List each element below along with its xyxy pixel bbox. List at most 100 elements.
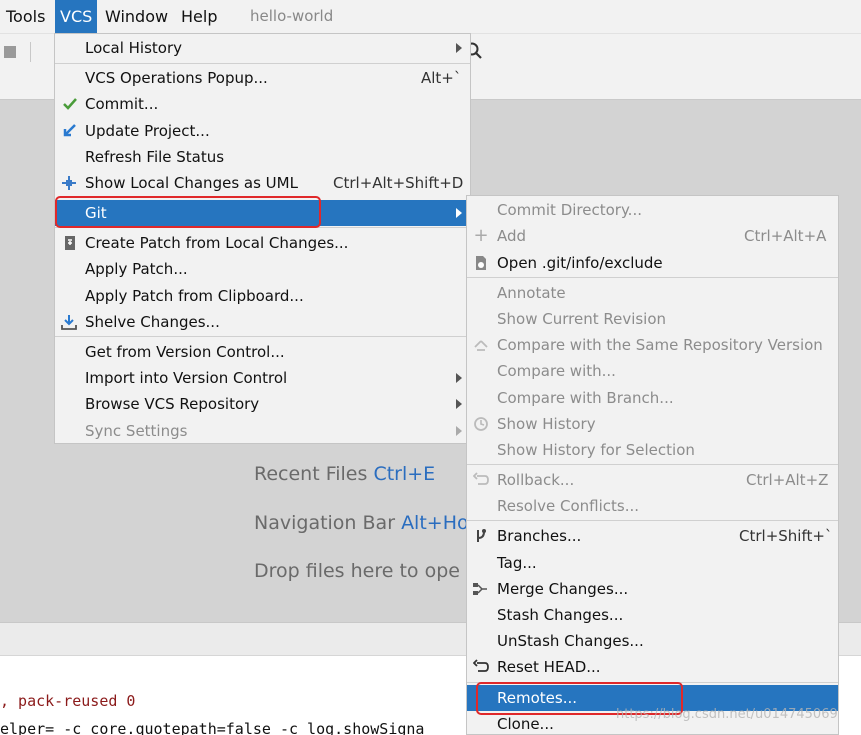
menu-item-label: Compare with...	[497, 362, 616, 380]
menu-item-resolve-conflicts[interactable]: Resolve Conflicts...	[467, 493, 838, 519]
menu-item-label: Merge Changes...	[497, 580, 629, 598]
menu-item-commit[interactable]: Commit...	[55, 91, 470, 117]
menu-item-rollback[interactable]: Rollback... Ctrl+Alt+Z	[467, 467, 838, 493]
menu-item-merge-changes[interactable]: Merge Changes...	[467, 576, 838, 602]
menu-separator	[467, 464, 838, 465]
menu-item-label: Apply Patch...	[85, 260, 188, 278]
menu-item-label: Get from Version Control...	[85, 343, 285, 361]
menu-item-unstash-changes[interactable]: UnStash Changes...	[467, 628, 838, 654]
menu-item-reset-head[interactable]: Reset HEAD...	[467, 654, 838, 680]
menu-item-branches[interactable]: Branches... Ctrl+Shift+`	[467, 523, 838, 549]
menu-item-compare-with-branch[interactable]: Compare with Branch...	[467, 385, 838, 411]
menu-item-local-history[interactable]: Local History	[55, 35, 470, 61]
menu-item-get-from-vc[interactable]: Get from Version Control...	[55, 339, 470, 365]
menu-item-apply-patch[interactable]: Apply Patch...	[55, 256, 470, 282]
vcs-menu: Local History VCS Operations Popup... Al…	[54, 33, 471, 444]
hint-navigation-bar: Navigation Bar Alt+Ho	[254, 512, 469, 534]
menu-item-show-current-revision[interactable]: Show Current Revision	[467, 306, 838, 332]
menu-item-label: Shelve Changes...	[85, 313, 220, 331]
file-icon	[476, 256, 486, 270]
menu-item-shortcut: Ctrl+Alt+Shift+D	[333, 174, 464, 192]
submenu-arrow-icon	[456, 426, 462, 436]
menu-vcs[interactable]: VCS	[55, 0, 98, 33]
menu-separator	[467, 277, 838, 278]
menu-item-compare-with[interactable]: Compare with...	[467, 358, 838, 384]
git-submenu: Commit Directory... + Add Ctrl+Alt+A Ope…	[466, 195, 839, 735]
menu-item-vcs-operations-popup[interactable]: VCS Operations Popup... Alt+`	[55, 65, 470, 91]
menu-item-label: Browse VCS Repository	[85, 395, 260, 413]
hint-drop-files: Drop files here to ope	[254, 560, 460, 582]
submenu-arrow-icon	[456, 373, 462, 383]
menu-item-annotate[interactable]: Annotate	[467, 280, 838, 306]
menu-item-refresh-file-status[interactable]: Refresh File Status	[55, 144, 470, 170]
menu-item-label: Open .git/info/exclude	[497, 254, 663, 272]
menu-item-label: Annotate	[497, 284, 566, 302]
menu-item-label: Tag...	[497, 554, 537, 572]
menu-item-label: Apply Patch from Clipboard...	[85, 287, 304, 305]
menu-window[interactable]: Window	[105, 0, 168, 33]
patch-icon	[65, 236, 75, 250]
project-title: hello-world	[250, 7, 334, 25]
menu-item-sync-settings[interactable]: Sync Settings	[55, 418, 470, 444]
toolbar-divider	[30, 42, 31, 62]
menu-item-update-project[interactable]: Update Project...	[55, 118, 470, 144]
menu-item-label: Show Current Revision	[497, 310, 667, 328]
menu-item-label: Show Local Changes as UML	[85, 174, 298, 192]
menu-item-show-history-selection[interactable]: Show History for Selection	[467, 437, 838, 463]
watermark: https://blog.csdn.net/u014745069	[616, 707, 838, 722]
compare-icon	[474, 340, 488, 351]
uml-icon	[62, 176, 76, 190]
menu-item-label: UnStash Changes...	[497, 632, 644, 650]
annotation-highlight-git	[55, 196, 321, 228]
menu-item-label: Stash Changes...	[497, 606, 624, 624]
menu-item-browse-vcs-repository[interactable]: Browse VCS Repository	[55, 391, 470, 417]
menu-item-label: Reset HEAD...	[497, 658, 601, 676]
menu-item-create-patch[interactable]: Create Patch from Local Changes...	[55, 230, 470, 256]
menu-item-label: Commit Directory...	[497, 201, 642, 219]
menu-item-label: Rollback...	[497, 471, 575, 489]
menu-item-label: Refresh File Status	[85, 148, 225, 166]
hint-shortcut: Alt+Ho	[401, 512, 469, 534]
stop-icon[interactable]	[4, 46, 16, 58]
branch-icon	[477, 529, 486, 542]
menu-item-shortcut: Ctrl+Alt+A	[744, 227, 827, 245]
reset-icon	[473, 659, 489, 672]
menu-help[interactable]: Help	[181, 0, 217, 33]
menu-item-label: Compare with the Same Repository Version	[497, 336, 823, 354]
menu-item-tag[interactable]: Tag...	[467, 550, 838, 576]
menu-item-show-history[interactable]: Show History	[467, 411, 838, 437]
menu-item-commit-directory[interactable]: Commit Directory...	[467, 197, 838, 223]
menu-item-add[interactable]: + Add Ctrl+Alt+A	[467, 223, 838, 249]
menu-item-apply-patch-clipboard[interactable]: Apply Patch from Clipboard...	[55, 283, 470, 309]
menu-separator	[467, 520, 838, 521]
update-arrow-icon	[63, 124, 76, 137]
submenu-arrow-icon	[456, 399, 462, 409]
rollback-icon	[473, 472, 489, 485]
menu-item-label: Show History for Selection	[497, 441, 695, 459]
merge-icon	[473, 583, 487, 595]
hint-label: Recent Files	[254, 463, 368, 485]
menu-tools[interactable]: Tools	[6, 0, 45, 33]
menu-separator	[55, 336, 470, 337]
menu-separator	[55, 63, 470, 64]
menu-item-import-into-vc[interactable]: Import into Version Control	[55, 365, 470, 391]
plus-icon: +	[473, 225, 489, 246]
menu-item-label: Compare with Branch...	[497, 389, 674, 407]
hint-label: Navigation Bar	[254, 512, 396, 534]
menu-item-label: Add	[497, 227, 527, 245]
menu-item-label: Resolve Conflicts...	[497, 497, 640, 515]
menu-item-label: Show History	[497, 415, 596, 433]
menu-item-show-local-changes-uml[interactable]: Show Local Changes as UML Ctrl+Alt+Shift…	[55, 170, 470, 196]
menu-item-label: Sync Settings	[85, 422, 188, 440]
menu-item-label: Update Project...	[85, 122, 210, 140]
hint-recent-files: Recent Files Ctrl+E	[254, 463, 435, 485]
menu-item-open-git-info-exclude[interactable]: Open .git/info/exclude	[467, 250, 838, 276]
check-icon	[63, 98, 77, 110]
menu-item-shortcut: Ctrl+Alt+Z	[746, 471, 829, 489]
submenu-arrow-icon	[456, 43, 462, 53]
menu-item-compare-same-repo-version[interactable]: Compare with the Same Repository Version	[467, 332, 838, 358]
menu-item-shelve-changes[interactable]: Shelve Changes...	[55, 309, 470, 335]
menu-item-label: Local History	[85, 39, 183, 57]
menu-item-stash-changes[interactable]: Stash Changes...	[467, 602, 838, 628]
submenu-arrow-icon	[456, 208, 462, 218]
